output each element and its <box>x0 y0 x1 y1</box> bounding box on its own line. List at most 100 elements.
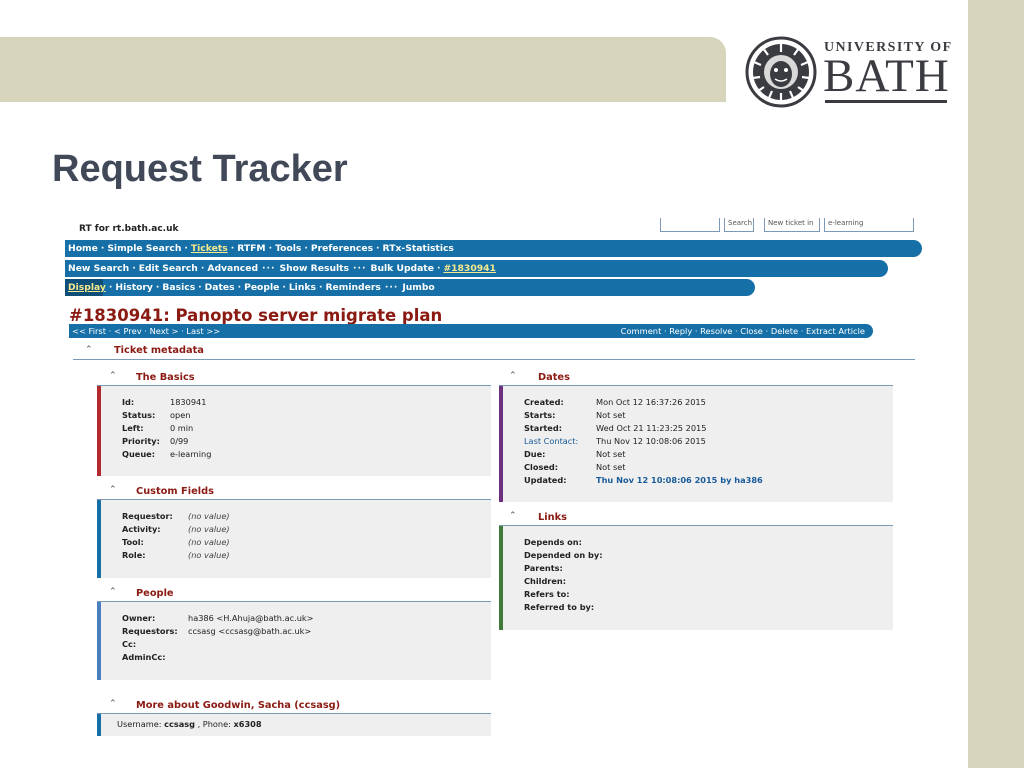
nav-show-results[interactable]: Show Results <box>280 263 349 274</box>
field-label: Parents: <box>524 563 563 573</box>
nav-tickets[interactable]: Tickets <box>191 243 228 254</box>
field-label: Starts: <box>524 410 556 420</box>
pager-prev[interactable]: < Prev <box>114 326 142 336</box>
field-label: Requestors: <box>122 626 178 636</box>
pager-last[interactable]: Last >> <box>186 326 220 336</box>
nav-people[interactable]: People <box>244 282 279 293</box>
main-nav: Home · Simple Search · Tickets · RTFM · Tools · Pr… <box>65 240 922 257</box>
action-resolve[interactable]: Resolve <box>700 326 732 336</box>
section-dates-header[interactable]: ⌃ Dates <box>499 368 893 386</box>
field-value: Thu Nov 12 10:08:06 2015 <box>596 436 706 446</box>
field-value: 0/99 <box>170 436 189 446</box>
field-label: Children: <box>524 576 567 586</box>
logo-line-2: BATH <box>823 50 950 102</box>
queue-select[interactable]: e-learning <box>824 218 914 232</box>
collapse-caret-icon[interactable]: ⌃ <box>109 587 117 597</box>
logo-underline <box>825 100 947 103</box>
nav-display[interactable]: Display <box>68 282 106 293</box>
section-links-header[interactable]: ⌃ Links <box>499 508 893 526</box>
nav-advanced[interactable]: Advanced <box>207 263 258 274</box>
field-label: Closed: <box>524 462 559 472</box>
pager-first[interactable]: << First <box>72 326 106 336</box>
field-label: Updated: <box>524 475 567 485</box>
pager-next[interactable]: Next > <box>150 326 179 336</box>
top-search-button[interactable]: Search <box>724 218 754 232</box>
dates-label: Dates <box>538 372 570 383</box>
nav-rtx-statistics[interactable]: RTx-Statistics <box>383 243 454 254</box>
field-value: Mon Oct 12 16:37:26 2015 <box>596 397 706 407</box>
phone-label: , Phone: <box>197 719 231 729</box>
section-more-header[interactable]: ⌃ More about Goodwin, Sacha (ccsasg) <box>97 696 491 714</box>
nav-simple-search[interactable]: Simple Search <box>107 243 181 254</box>
nav-rtfm[interactable]: RTFM <box>237 243 265 254</box>
links-label: Links <box>538 512 567 523</box>
field-value: (no value) <box>188 511 230 521</box>
field-label: Owner: <box>122 613 156 623</box>
section-more-about: ⌃ More about Goodwin, Sacha (ccsasg) Use… <box>97 696 491 736</box>
nav-edit-search[interactable]: Edit Search <box>139 263 198 274</box>
action-comment[interactable]: Comment <box>621 326 662 336</box>
more-about-body: Username: ccsasg , Phone: x6308 <box>97 714 491 736</box>
last-contact-link[interactable]: Last Contact: <box>524 436 578 446</box>
updated-link[interactable]: Thu Nov 12 10:08:06 2015 by ha386 <box>596 475 763 485</box>
field-label: Cc: <box>122 639 137 649</box>
field-label: Tool: <box>122 537 144 547</box>
action-extract-article[interactable]: Extract Article <box>806 326 865 336</box>
section-people: ⌃ People Owner: ha386 <H.Ahuja@bath.ac.uk… <box>97 584 491 680</box>
username-value: ccsasg <box>164 719 195 729</box>
field-label: Left: <box>122 423 144 433</box>
people-label: People <box>136 588 174 599</box>
field-value: (no value) <box>188 524 230 534</box>
links-body: Depends on: Depended on by: Parents: Chi… <box>499 526 893 630</box>
field-value: (no value) <box>188 537 230 547</box>
ticket-metadata-header[interactable]: ⌃ Ticket metadata <box>73 342 915 360</box>
nav-preferences[interactable]: Preferences <box>311 243 373 254</box>
field-value: open <box>170 410 191 420</box>
field-label: Requestor: <box>122 511 173 521</box>
nav-new-search[interactable]: New Search <box>68 263 129 274</box>
section-basics: ⌃ The Basics Id: 1830941 Status: open Left… <box>97 368 491 476</box>
collapse-caret-icon[interactable]: ⌃ <box>509 511 517 521</box>
field-value: e-learning <box>170 449 212 459</box>
nav-home[interactable]: Home <box>68 243 98 254</box>
nav-dates[interactable]: Dates <box>205 282 235 293</box>
field-label: Started: <box>524 423 562 433</box>
field-value: Not set <box>596 449 626 459</box>
collapse-caret-icon[interactable]: ⌃ <box>85 345 93 355</box>
top-search-input[interactable] <box>660 218 720 232</box>
nav-bulk-update[interactable]: Bulk Update <box>370 263 433 274</box>
slide-header-band <box>0 37 726 102</box>
field-label: Depended on by: <box>524 550 603 560</box>
section-basics-header[interactable]: ⌃ The Basics <box>97 368 491 386</box>
action-close[interactable]: Close <box>740 326 763 336</box>
nav-history[interactable]: History <box>115 282 153 293</box>
nav-tools[interactable]: Tools <box>275 243 301 254</box>
people-body: Owner: ha386 <H.Ahuja@bath.ac.uk> Request… <box>97 602 491 680</box>
ticket-subnav: Display · History · Basics · Dates · People · Link… <box>65 279 755 296</box>
section-custom-header[interactable]: ⌃ Custom Fields <box>97 482 491 500</box>
field-value: ha386 <H.Ahuja@bath.ac.uk> <box>188 613 314 623</box>
action-delete[interactable]: Delete <box>771 326 798 336</box>
collapse-caret-icon[interactable]: ⌃ <box>109 371 117 381</box>
slide-title: Request Tracker <box>52 148 348 190</box>
field-label: Activity: <box>122 524 161 534</box>
collapse-caret-icon[interactable]: ⌃ <box>109 485 117 495</box>
action-reply[interactable]: Reply <box>669 326 692 336</box>
basics-label: The Basics <box>136 372 195 383</box>
nav-reminders[interactable]: Reminders <box>325 282 380 293</box>
pager-bar: << First · < Prev · Next > · Last >> Com… <box>69 324 873 338</box>
field-label: Depends on: <box>524 537 582 547</box>
nav-basics[interactable]: Basics <box>162 282 195 293</box>
section-dates: ⌃ Dates Created: Mon Oct 12 16:37:26 2015… <box>499 368 893 502</box>
custom-fields-label: Custom Fields <box>136 486 214 497</box>
nav-links[interactable]: Links <box>289 282 316 293</box>
collapse-caret-icon[interactable]: ⌃ <box>109 699 117 709</box>
nav-current-ticket[interactable]: #1830941 <box>443 263 495 274</box>
collapse-caret-icon[interactable]: ⌃ <box>509 371 517 381</box>
new-ticket-button[interactable]: New ticket in <box>764 218 820 232</box>
field-label: Queue: <box>122 449 155 459</box>
slide-right-strip <box>968 0 1024 768</box>
section-people-header[interactable]: ⌃ People <box>97 584 491 602</box>
field-label: Referred to by: <box>524 602 595 612</box>
nav-jumbo[interactable]: Jumbo <box>402 282 434 293</box>
